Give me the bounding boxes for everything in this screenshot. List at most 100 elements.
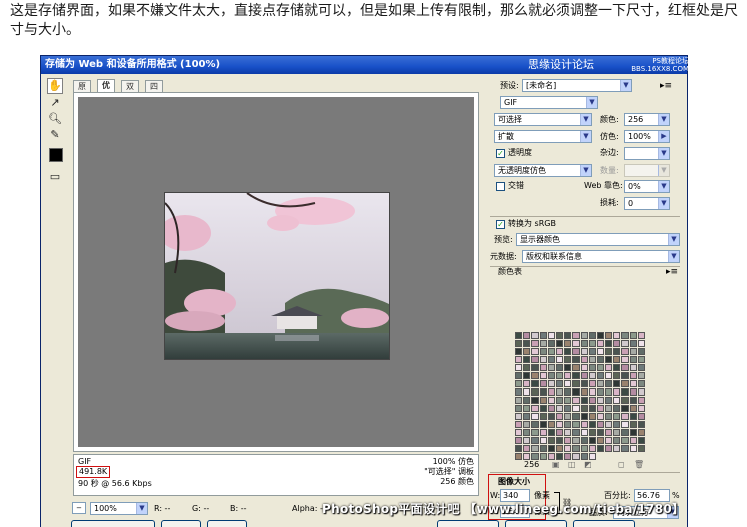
color-swatch[interactable] — [629, 436, 637, 444]
color-swatch[interactable] — [629, 332, 637, 340]
color-swatch[interactable] — [523, 412, 531, 420]
color-swatch[interactable] — [539, 420, 547, 428]
color-swatch[interactable] — [547, 428, 555, 436]
format-select[interactable]: GIF ▼ — [500, 96, 598, 109]
color-table-grid[interactable] — [515, 332, 645, 460]
color-swatch[interactable] — [613, 364, 621, 372]
color-swatch[interactable] — [515, 356, 523, 364]
color-swatch[interactable] — [613, 436, 621, 444]
color-swatch[interactable] — [564, 428, 572, 436]
color-swatch[interactable] — [515, 340, 523, 348]
color-swatch[interactable] — [605, 436, 613, 444]
color-swatch[interactable] — [572, 340, 580, 348]
color-swatch[interactable] — [613, 396, 621, 404]
color-swatch[interactable] — [515, 388, 523, 396]
color-swatch[interactable] — [572, 436, 580, 444]
color-swatch[interactable] — [539, 404, 547, 412]
color-swatch[interactable] — [596, 436, 605, 444]
color-swatch[interactable] — [539, 412, 547, 420]
color-swatch[interactable] — [564, 396, 572, 404]
color-swatch[interactable] — [531, 412, 539, 420]
color-swatch[interactable] — [588, 420, 596, 428]
color-swatch[interactable] — [531, 444, 539, 452]
panel-menu-icon[interactable]: ▸≡ — [660, 80, 672, 92]
color-swatch[interactable] — [515, 452, 523, 460]
color-swatch[interactable] — [637, 340, 645, 348]
color-swatch[interactable] — [605, 380, 613, 388]
color-swatch[interactable] — [523, 340, 531, 348]
color-swatch[interactable] — [588, 388, 596, 396]
color-swatch[interactable] — [613, 404, 621, 412]
color-swatch[interactable] — [555, 396, 564, 404]
dither-select[interactable]: 100% ▶ — [624, 130, 670, 143]
color-swatch[interactable] — [547, 404, 555, 412]
color-swatch[interactable] — [613, 444, 621, 452]
color-swatch[interactable] — [588, 340, 596, 348]
color-swatch[interactable] — [580, 428, 588, 436]
color-swatch[interactable] — [547, 396, 555, 404]
color-swatch[interactable] — [515, 372, 523, 380]
tab-4up[interactable]: 四联 — [145, 80, 163, 102]
color-swatch[interactable] — [629, 356, 637, 364]
color-swatch[interactable] — [597, 453, 604, 460]
color-swatch[interactable] — [637, 388, 645, 396]
color-swatch[interactable] — [613, 372, 621, 380]
color-swatch[interactable] — [629, 404, 637, 412]
color-swatch[interactable] — [613, 332, 621, 340]
color-swatch[interactable] — [523, 444, 531, 452]
color-swatch[interactable] — [621, 380, 629, 388]
color-swatch[interactable] — [555, 348, 564, 356]
color-swatch[interactable] — [547, 372, 555, 380]
color-swatch[interactable] — [539, 380, 547, 388]
color-swatch[interactable] — [531, 364, 539, 372]
color-swatch[interactable] — [572, 380, 580, 388]
color-swatch[interactable] — [572, 388, 580, 396]
color-swatch[interactable] — [605, 372, 613, 380]
color-swatch[interactable] — [613, 348, 621, 356]
color-swatch[interactable] — [555, 444, 564, 452]
color-swatch[interactable] — [564, 420, 572, 428]
color-swatch[interactable] — [613, 412, 621, 420]
color-swatch[interactable] — [588, 356, 596, 364]
color-swatch[interactable] — [531, 428, 539, 436]
color-swatch[interactable] — [523, 380, 531, 388]
color-swatch[interactable] — [580, 340, 588, 348]
color-swatch[interactable] — [621, 372, 629, 380]
color-swatch[interactable] — [539, 452, 547, 460]
color-swatch[interactable] — [637, 404, 645, 412]
color-swatch[interactable] — [547, 356, 555, 364]
color-swatch[interactable] — [564, 332, 572, 340]
color-swatch[interactable] — [588, 364, 596, 372]
color-swatch[interactable] — [637, 364, 645, 372]
color-swatch[interactable] — [539, 436, 547, 444]
color-swatch[interactable] — [580, 396, 588, 404]
color-swatch[interactable] — [564, 356, 572, 364]
color-swatch[interactable] — [605, 388, 613, 396]
color-swatch[interactable] — [547, 420, 555, 428]
color-swatch[interactable] — [588, 436, 596, 444]
color-swatch[interactable] — [596, 444, 605, 452]
browser-icon-button[interactable] — [207, 520, 247, 527]
color-swatch[interactable] — [572, 428, 580, 436]
color-swatch[interactable] — [564, 372, 572, 380]
color-swatch[interactable] — [572, 364, 580, 372]
color-swatch[interactable] — [596, 420, 605, 428]
color-swatch[interactable] — [564, 388, 572, 396]
browser-select-button[interactable] — [161, 520, 201, 527]
color-reduction-select[interactable]: 可选择 ▼ — [494, 113, 592, 126]
color-swatch[interactable] — [531, 332, 539, 340]
color-swatch[interactable] — [539, 332, 547, 340]
color-swatch[interactable] — [580, 356, 588, 364]
preview-canvas[interactable] — [78, 97, 474, 447]
color-swatch[interactable] — [621, 388, 629, 396]
color-swatch[interactable] — [588, 396, 596, 404]
color-swatch[interactable] — [621, 332, 629, 340]
color-swatch[interactable] — [637, 428, 645, 436]
eyedropper-color-swatch[interactable] — [49, 148, 63, 162]
color-swatch[interactable] — [637, 444, 645, 452]
interlaced-checkbox[interactable] — [496, 182, 505, 191]
color-swatch[interactable] — [637, 412, 645, 420]
color-swatch[interactable] — [596, 396, 605, 404]
color-swatch[interactable] — [605, 428, 613, 436]
color-swatch[interactable] — [555, 412, 564, 420]
